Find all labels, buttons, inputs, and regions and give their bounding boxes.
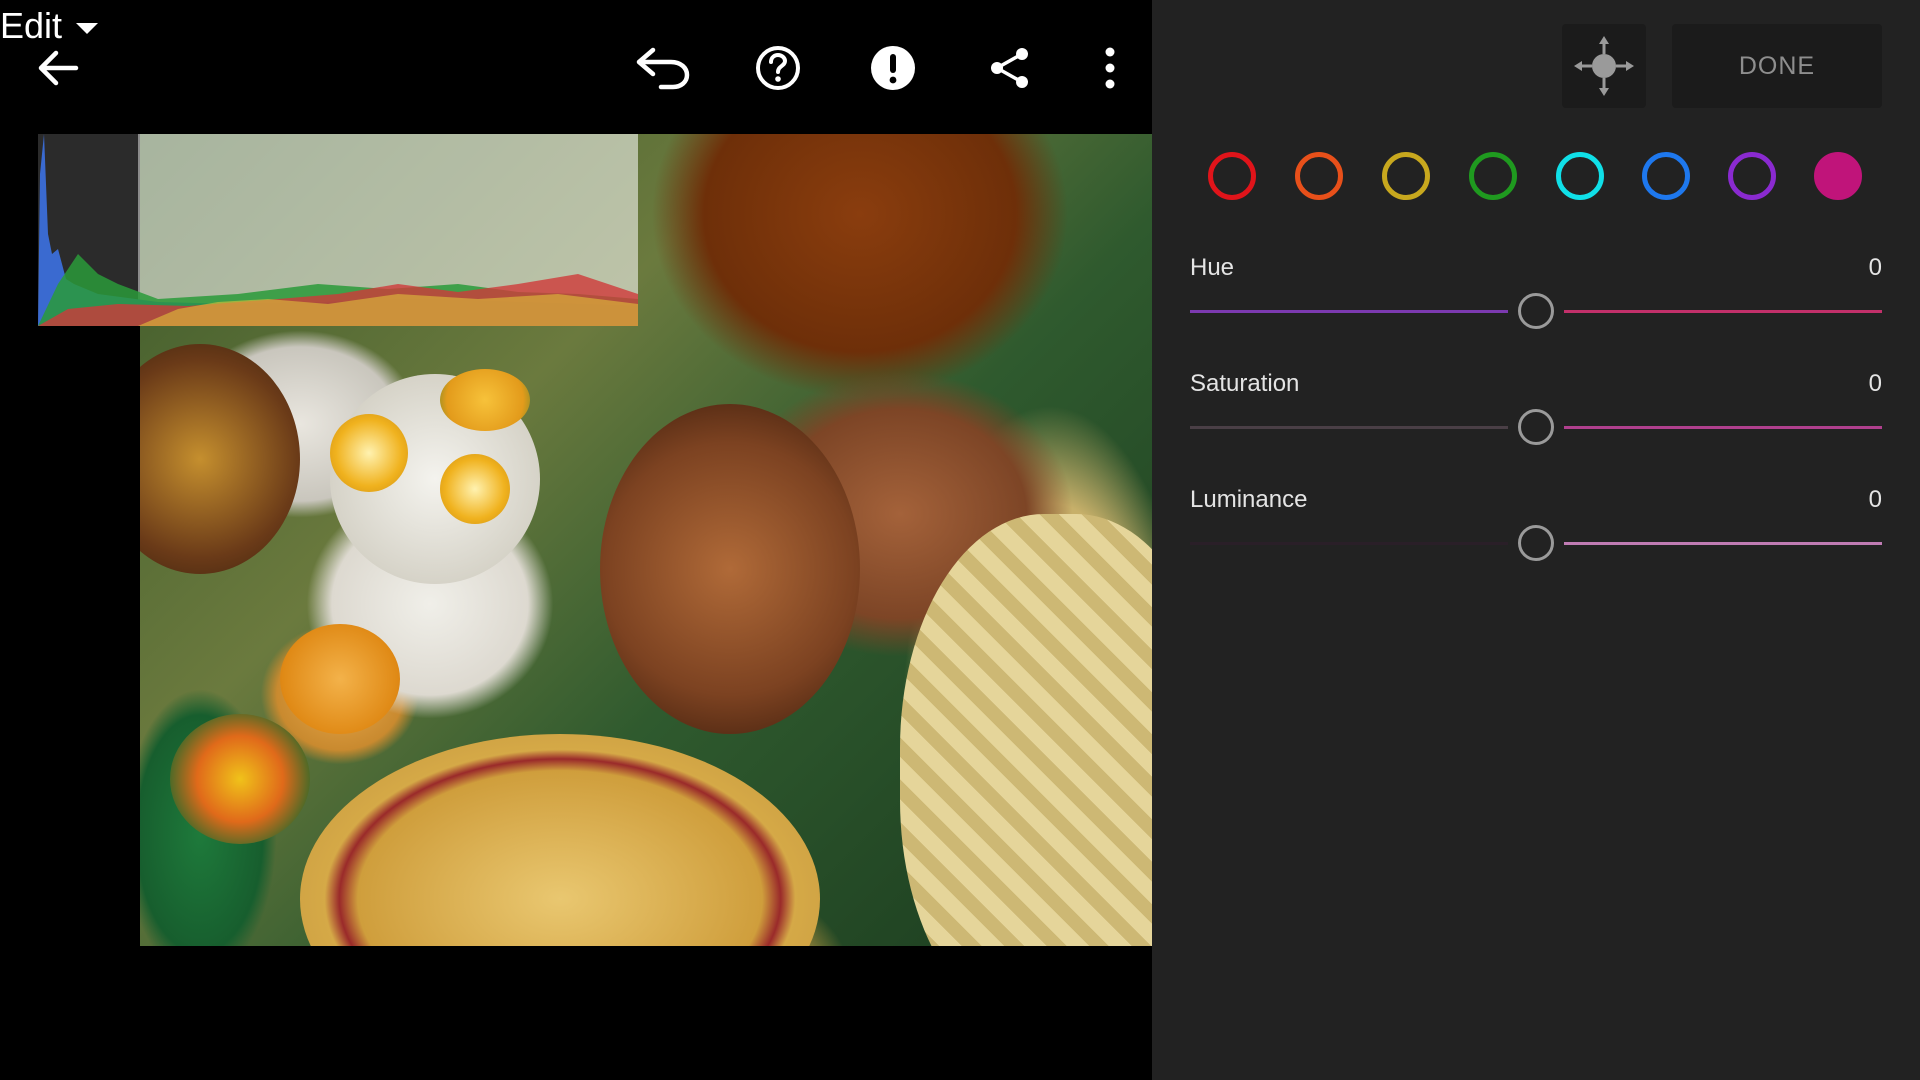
photo-face: [600, 404, 860, 734]
alert-button[interactable]: [869, 44, 917, 92]
histogram-graph: [38, 134, 638, 326]
photo-hat: [300, 734, 820, 946]
saturation-label: Saturation: [1190, 370, 1300, 397]
saturation-track-left: [1190, 426, 1508, 429]
luminance-label: Luminance: [1190, 486, 1308, 513]
edit-mode-dropdown[interactable]: Edit: [0, 0, 1152, 52]
swatch-blue[interactable]: [1642, 152, 1690, 200]
more-options-button[interactable]: [1092, 44, 1128, 92]
photo-juice-glass: [280, 624, 400, 734]
hue-slider-knob[interactable]: [1518, 293, 1554, 329]
alert-circle-icon: [871, 46, 915, 90]
saturation-value: 0: [1868, 370, 1882, 397]
editor-area: Edit: [0, 0, 1152, 1080]
help-button[interactable]: [754, 44, 802, 92]
swatch-aqua[interactable]: [1556, 152, 1604, 200]
swatch-red[interactable]: [1208, 152, 1256, 200]
share-icon: [991, 48, 1028, 88]
more-vertical-icon: [1105, 47, 1115, 89]
swatch-orange[interactable]: [1295, 152, 1343, 200]
share-button[interactable]: [986, 44, 1034, 92]
photo-woven-fan: [900, 514, 1152, 946]
histogram: [38, 134, 638, 326]
caret-down-icon: [76, 22, 99, 34]
photo-mango: [440, 369, 530, 431]
top-toolbar: Edit: [0, 0, 1152, 134]
swatch-green[interactable]: [1469, 152, 1517, 200]
luminance-track-left: [1190, 542, 1508, 545]
hue-value: 0: [1868, 254, 1882, 281]
photo-basket: [140, 344, 300, 574]
arrow-left-icon: [38, 50, 79, 86]
luminance-slider-knob[interactable]: [1518, 525, 1554, 561]
photo-orange-slice: [330, 414, 408, 492]
undo-button[interactable]: [632, 40, 692, 96]
hue-track-right: [1564, 310, 1882, 313]
help-circle-icon: [756, 46, 800, 90]
hue-track-left: [1190, 310, 1508, 313]
photo-flowers: [170, 714, 310, 844]
back-button[interactable]: [30, 40, 86, 96]
saturation-slider-knob[interactable]: [1518, 409, 1554, 445]
hue-label: Hue: [1190, 254, 1235, 281]
swatch-magenta[interactable]: [1814, 152, 1862, 200]
done-button[interactable]: DONE: [1672, 24, 1882, 108]
swatch-yellow[interactable]: [1382, 152, 1430, 200]
target-adjustment-icon: [1574, 36, 1634, 96]
targeted-adjustment-button[interactable]: [1562, 24, 1646, 108]
swatch-purple[interactable]: [1728, 152, 1776, 200]
luminance-track-right: [1564, 542, 1882, 545]
color-swatch-row: [1208, 152, 1868, 200]
undo-icon: [636, 47, 690, 90]
photo-orange-slice: [440, 454, 510, 524]
saturation-track-right: [1564, 426, 1882, 429]
luminance-value: 0: [1868, 486, 1882, 513]
